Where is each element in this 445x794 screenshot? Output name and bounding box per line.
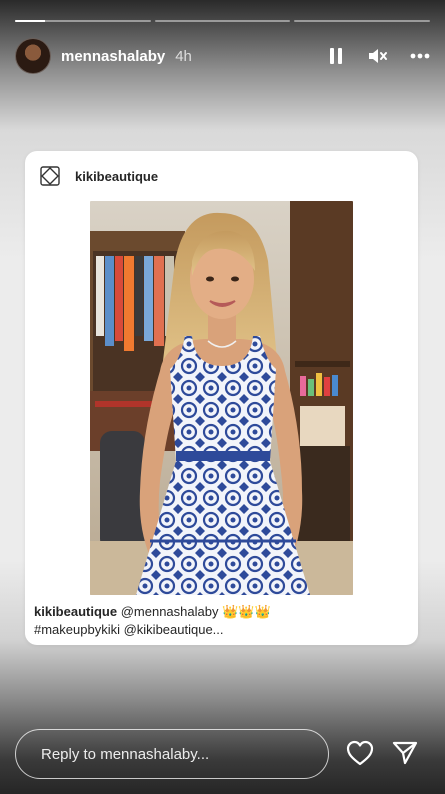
post-caption[interactable]: kikibeautique @mennashalaby 👑👑👑 #makeupb…	[34, 603, 409, 639]
card-account-name[interactable]: kikibeautique	[75, 169, 158, 184]
caption-line-1: kikibeautique @mennashalaby 👑👑👑	[34, 603, 409, 621]
reply-input[interactable]	[39, 744, 328, 764]
heart-icon[interactable]	[345, 738, 375, 768]
story-progress	[15, 20, 431, 22]
card-header: kikibeautique	[39, 165, 158, 187]
pause-icon[interactable]	[326, 46, 346, 66]
header-actions	[326, 46, 430, 66]
caption-line-2: #makeupbykiki @kikibeautique...	[34, 622, 224, 637]
progress-segment-1	[15, 20, 151, 22]
reply-field[interactable]	[15, 729, 329, 779]
caption-mention[interactable]: @mennashalaby	[121, 604, 219, 619]
caption-account[interactable]: kikibeautique	[34, 604, 117, 619]
story-header: mennashalaby 4h	[15, 38, 430, 74]
progress-fill-1	[15, 20, 45, 22]
crown-emojis: 👑👑👑	[222, 604, 271, 619]
shared-post-card[interactable]: kikibeautique kikibeautique @mennashalab…	[25, 151, 418, 645]
post-photo	[90, 201, 353, 595]
send-icon[interactable]	[390, 738, 420, 768]
brand-logo-icon	[39, 165, 61, 187]
mute-icon[interactable]	[368, 46, 388, 66]
username[interactable]: mennashalaby	[61, 48, 165, 65]
more-icon[interactable]	[410, 46, 430, 66]
progress-segment-2	[154, 20, 291, 22]
progress-segment-3	[294, 20, 431, 22]
avatar[interactable]	[15, 38, 51, 74]
post-time: 4h	[175, 47, 192, 65]
